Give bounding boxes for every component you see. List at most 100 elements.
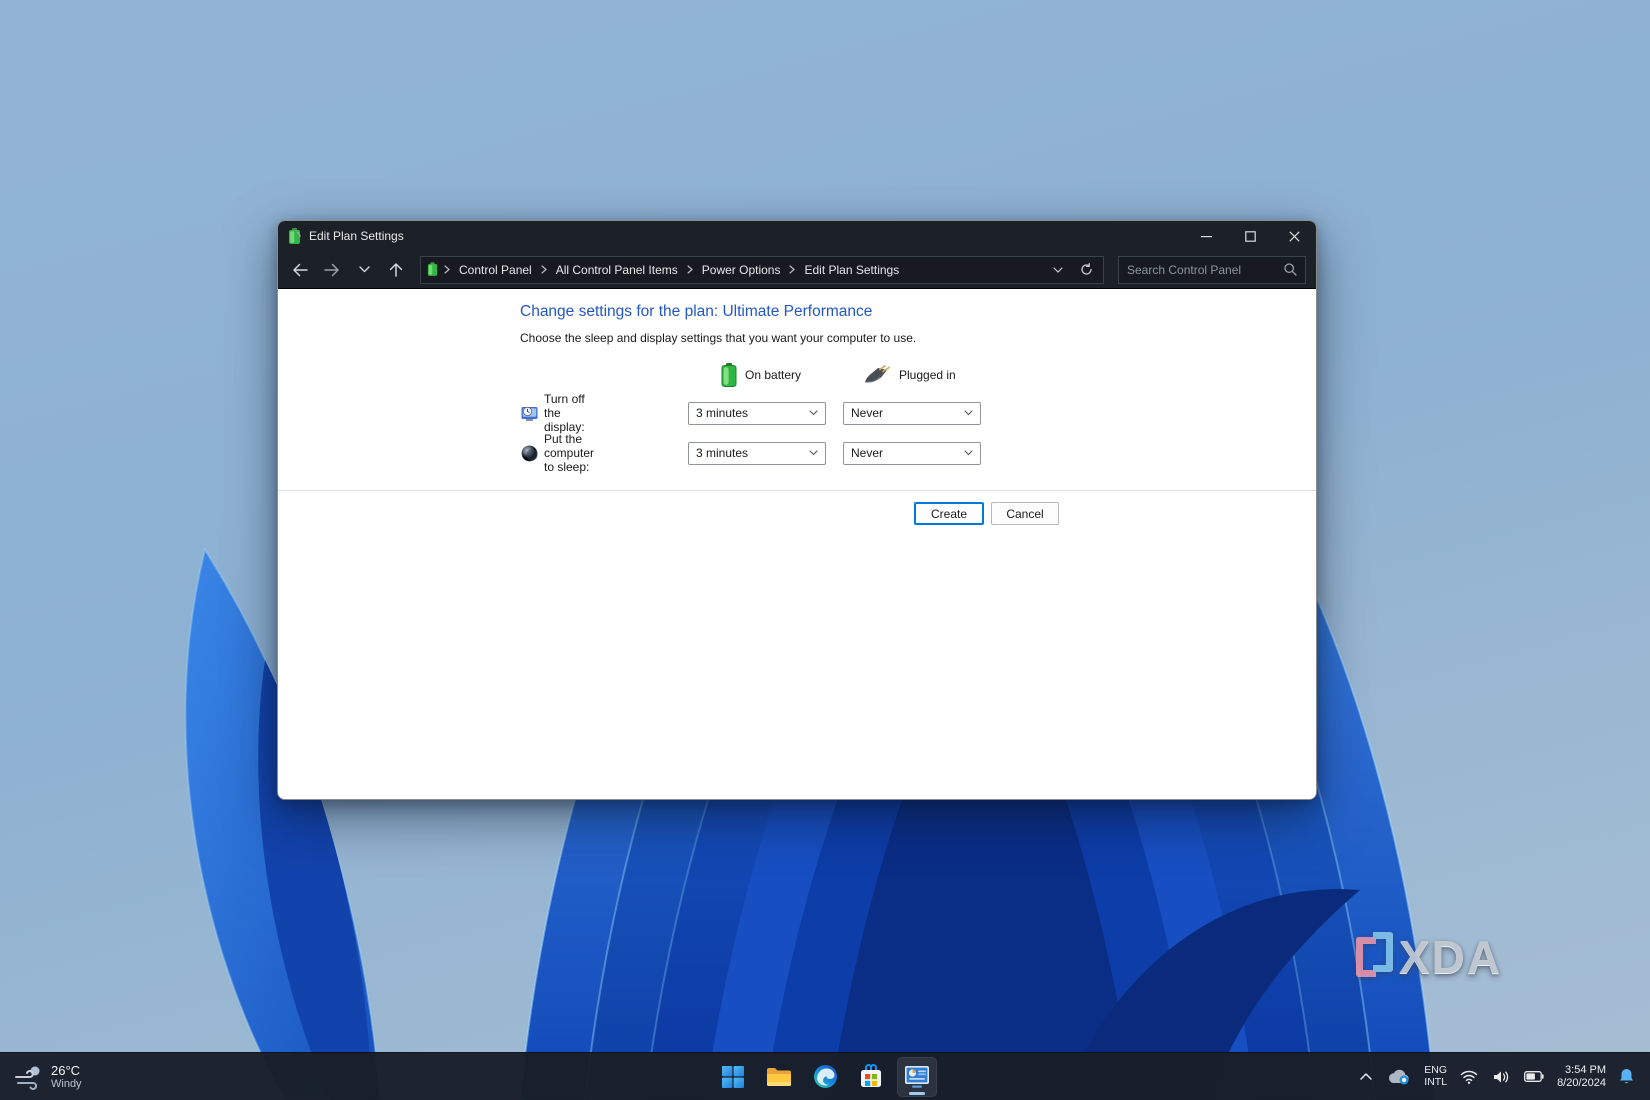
xda-watermark: XDA [1356, 930, 1502, 984]
weather-condition: Windy [51, 1078, 82, 1091]
edit-plan-settings-window: Edit Plan Settings [277, 220, 1317, 800]
volume-button[interactable] [1491, 1068, 1511, 1086]
plugged-in-column-header: Plugged in [863, 362, 956, 388]
refresh-icon [1080, 263, 1093, 276]
address-bar[interactable]: Control Panel All Control Panel Items Po… [420, 256, 1104, 284]
edge-button[interactable] [805, 1057, 845, 1097]
xda-watermark-text: XDA [1399, 930, 1502, 984]
page-title: Change settings for the plan: Ultimate P… [520, 303, 872, 321]
battery-tray-button[interactable] [1522, 1069, 1546, 1084]
cancel-button[interactable]: Cancel [991, 502, 1059, 525]
notifications-button[interactable] [1617, 1066, 1636, 1087]
refresh-button[interactable] [1075, 259, 1097, 281]
weather-widget[interactable]: 26°C Windy [0, 1063, 220, 1091]
maximize-icon [1245, 231, 1256, 242]
onedrive-cloud-icon [1387, 1069, 1411, 1085]
taskbar-app-icons [713, 1057, 937, 1097]
breadcrumb-control-panel[interactable]: Control Panel [456, 261, 535, 279]
window-title: Edit Plan Settings [309, 229, 404, 243]
desktop: XDA Edit Plan Settings [0, 0, 1650, 1100]
maximize-button[interactable] [1228, 221, 1272, 251]
display-clock-icon [521, 405, 538, 422]
put-computer-to-sleep-label: Put the computer to sleep: [544, 432, 594, 474]
titlebar[interactable]: Edit Plan Settings [278, 221, 1316, 251]
control-panel-icon [904, 1065, 930, 1089]
breadcrumb-edit-plan-settings[interactable]: Edit Plan Settings [801, 261, 902, 279]
up-arrow-icon [389, 262, 403, 277]
battery-icon [427, 262, 438, 277]
show-hidden-icons-button[interactable] [1358, 1071, 1374, 1082]
chevron-right-icon [444, 265, 450, 274]
dropdown-value: 3 minutes [696, 446, 809, 460]
windows-start-icon [721, 1065, 745, 1089]
on-battery-column-header: On battery [721, 362, 801, 388]
recent-pages-chevron-icon [359, 266, 370, 273]
recent-pages-button[interactable] [350, 256, 378, 284]
plug-icon [863, 365, 891, 385]
chevron-down-icon [809, 450, 818, 456]
xda-bracket-right-icon [1373, 932, 1393, 972]
clock-widget[interactable]: 3:54 PM 8/20/2024 [1557, 1064, 1606, 1090]
plugged-in-label: Plugged in [899, 368, 956, 382]
chevron-right-icon [541, 265, 547, 274]
page-subtitle: Choose the sleep and display settings th… [520, 331, 916, 345]
chevron-up-icon [1360, 1073, 1372, 1080]
dropdown-value: 3 minutes [696, 406, 809, 420]
microsoft-store-button[interactable] [851, 1057, 891, 1097]
language-line2: INTL [1424, 1077, 1447, 1089]
onedrive-button[interactable] [1385, 1067, 1413, 1087]
bell-icon [1619, 1068, 1634, 1085]
chevron-down-icon [964, 450, 973, 456]
back-arrow-icon [292, 263, 308, 277]
battery-tray-icon [1524, 1071, 1544, 1082]
sleep-moon-icon [521, 445, 538, 462]
navigation-toolbar: Control Panel All Control Panel Items Po… [278, 251, 1316, 289]
chevron-down-icon [964, 410, 973, 416]
file-explorer-icon [766, 1065, 792, 1089]
close-button[interactable] [1272, 221, 1316, 251]
turn-off-display-label: Turn off the display: [544, 392, 585, 434]
chevron-down-icon [809, 410, 818, 416]
control-panel-button[interactable] [897, 1057, 937, 1097]
search-icon[interactable] [1284, 263, 1297, 276]
sleep-on-battery-dropdown[interactable]: 3 minutes [688, 442, 826, 465]
chevron-right-icon [687, 265, 693, 274]
windy-weather-icon [14, 1064, 42, 1090]
create-button[interactable]: Create [914, 502, 984, 525]
forward-button[interactable] [318, 256, 346, 284]
dropdown-value: Never [851, 406, 964, 420]
weather-text: 26°C Windy [51, 1063, 82, 1091]
date-text: 8/20/2024 [1557, 1077, 1606, 1090]
weather-temperature: 26°C [51, 1063, 82, 1078]
content-separator [278, 490, 1316, 491]
forward-arrow-icon [324, 263, 340, 277]
up-button[interactable] [382, 256, 410, 284]
edge-browser-icon [813, 1064, 838, 1089]
breadcrumb-power-options[interactable]: Power Options [699, 261, 784, 279]
display-plugged-in-dropdown[interactable]: Never [843, 402, 981, 425]
window-content: Change settings for the plan: Ultimate P… [278, 289, 1316, 800]
file-explorer-button[interactable] [759, 1057, 799, 1097]
language-line1: ENG [1424, 1065, 1447, 1077]
volume-icon [1493, 1070, 1509, 1084]
breadcrumb-all-control-panel-items[interactable]: All Control Panel Items [553, 261, 681, 279]
back-button[interactable] [286, 256, 314, 284]
sleep-plugged-in-dropdown[interactable]: Never [843, 442, 981, 465]
search-box [1118, 256, 1306, 284]
dropdown-value: Never [851, 446, 964, 460]
time-text: 3:54 PM [1557, 1064, 1606, 1077]
chevron-down-icon [1053, 267, 1063, 273]
close-icon [1289, 231, 1300, 242]
address-dropdown-button[interactable] [1047, 259, 1069, 281]
language-indicator[interactable]: ENG INTL [1424, 1065, 1447, 1088]
wifi-icon [1460, 1070, 1478, 1084]
battery-icon [288, 228, 301, 245]
on-battery-label: On battery [745, 368, 801, 382]
minimize-button[interactable] [1184, 221, 1228, 251]
display-on-battery-dropdown[interactable]: 3 minutes [688, 402, 826, 425]
wifi-button[interactable] [1458, 1068, 1480, 1086]
chevron-right-icon [789, 265, 795, 274]
search-input[interactable] [1127, 263, 1284, 277]
start-button[interactable] [713, 1057, 753, 1097]
battery-icon [721, 363, 737, 387]
